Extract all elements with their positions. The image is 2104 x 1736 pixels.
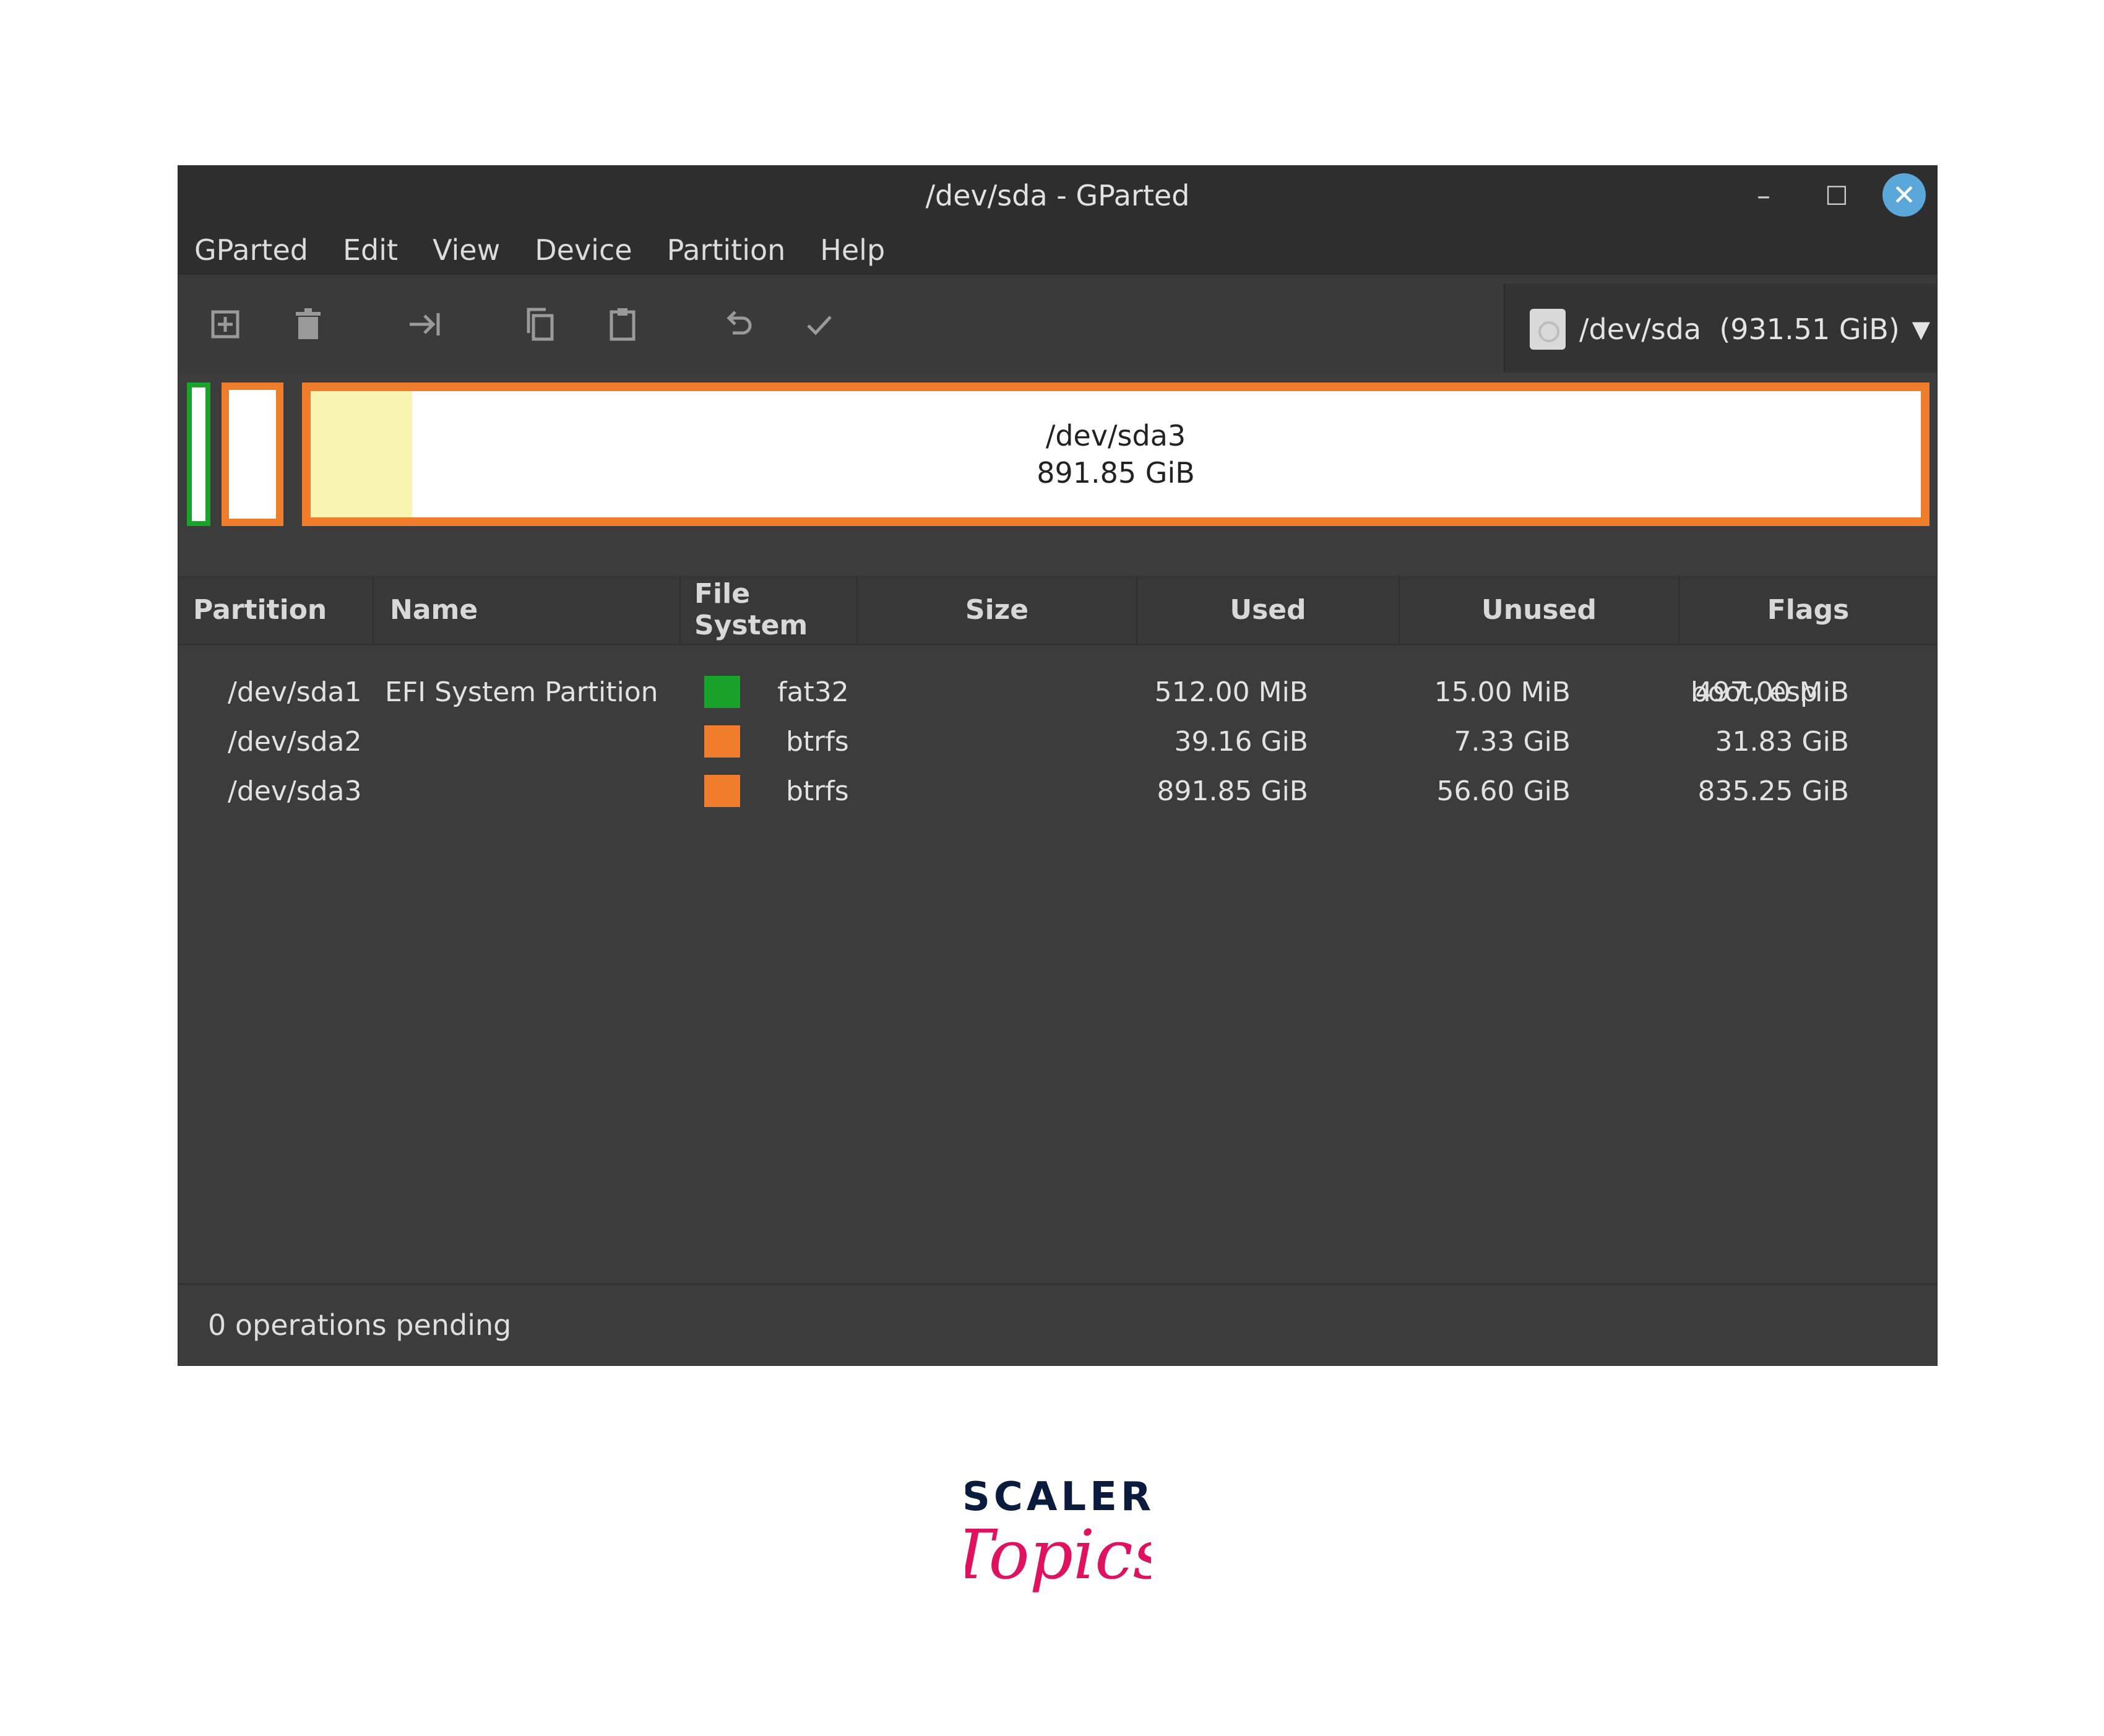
column-header-flags[interactable]: Flags <box>1679 576 1937 644</box>
delete-button[interactable] <box>283 300 333 349</box>
minimize-button[interactable]: – <box>1739 166 1788 225</box>
disk-segment-sda3[interactable]: /dev/sda3 891.85 GiB <box>302 382 1929 526</box>
paste-button[interactable] <box>598 300 647 349</box>
device-selector[interactable]: /dev/sda (931.51 GiB) ▼ <box>1504 283 1937 376</box>
cell-filesystem: btrfs <box>786 725 849 758</box>
menu-edit[interactable]: Edit <box>326 233 415 267</box>
menu-gparted[interactable]: GParted <box>178 233 326 267</box>
cell-flags: boot, esp <box>1691 676 1817 708</box>
resize-move-icon <box>410 313 440 335</box>
disk-segment-sda2[interactable] <box>222 382 283 526</box>
undo-button[interactable] <box>713 300 762 349</box>
menu-device[interactable]: Device <box>517 233 649 267</box>
column-header-partition[interactable]: Partition <box>178 576 374 644</box>
fs-color-swatch <box>704 725 740 758</box>
cell-filesystem: btrfs <box>786 775 849 807</box>
column-header-size[interactable]: Size <box>858 576 1137 644</box>
cell-filesystem: fat32 <box>777 676 849 708</box>
disk-segment-size: 891.85 GiB <box>1037 456 1195 490</box>
cell-partition: /dev/sda3 <box>228 775 362 807</box>
apply-button[interactable] <box>795 300 844 349</box>
menu-view[interactable]: View <box>415 233 517 267</box>
cell-name: EFI System Partition <box>385 676 658 708</box>
cell-partition: /dev/sda1 <box>228 676 362 708</box>
column-header-unused[interactable]: Unused <box>1400 576 1679 644</box>
disk-segment-name: /dev/sda3 <box>1045 419 1186 452</box>
disk-map: /dev/sda3 891.85 GiB <box>178 373 1937 527</box>
table-row[interactable]: /dev/sda3 btrfs 891.85 GiB 56.60 GiB 835… <box>178 766 1937 816</box>
window-title: /dev/sda - GParted <box>925 179 1190 212</box>
column-header-used[interactable]: Used <box>1137 576 1400 644</box>
maximize-button[interactable]: ☐ <box>1812 166 1861 225</box>
delete-icon <box>296 308 321 339</box>
fs-color-swatch <box>704 676 740 708</box>
gparted-window: /dev/sda - GParted – ☐ ✕ GParted Edit Vi… <box>178 166 1937 1365</box>
logo-line1: SCALER <box>965 1474 1151 1520</box>
title-bar[interactable]: /dev/sda - GParted – ☐ ✕ <box>178 166 1937 225</box>
menu-bar: GParted Edit View Device Partition Help <box>178 225 1937 275</box>
disk-segment-label: /dev/sda3 891.85 GiB <box>311 391 1921 517</box>
new-partition-icon <box>211 310 239 339</box>
status-text: 0 operations pending <box>208 1308 512 1342</box>
column-header-filesystem[interactable]: File System <box>681 576 858 644</box>
resize-move-button[interactable] <box>400 300 449 349</box>
table-row[interactable]: /dev/sda2 btrfs 39.16 GiB 7.33 GiB 31.83… <box>178 717 1937 766</box>
new-partition-button[interactable] <box>200 300 250 349</box>
status-bar: 0 operations pending <box>178 1284 1937 1365</box>
fs-color-swatch <box>704 775 740 807</box>
disk-segment-sda1[interactable] <box>187 382 210 526</box>
toolbar: /dev/sda (931.51 GiB) ▼ <box>178 275 1937 376</box>
scaler-topics-logo: SCALER Topics <box>965 1474 1151 1594</box>
table-row[interactable]: /dev/sda1 EFI System Partition fat32 512… <box>178 667 1937 717</box>
apply-icon <box>807 316 832 335</box>
cell-unused: 31.83 GiB <box>1715 725 1849 758</box>
column-header-name[interactable]: Name <box>374 576 681 644</box>
logo-line2: Topics <box>965 1515 1151 1594</box>
hard-disk-icon <box>1530 309 1566 350</box>
device-selector-label: /dev/sda (931.51 GiB) <box>1579 313 1900 346</box>
undo-icon <box>726 311 752 335</box>
copy-button[interactable] <box>515 300 564 349</box>
cell-partition: /dev/sda2 <box>228 725 362 758</box>
table-header: Partition Name File System Size Used Unu… <box>178 576 1937 645</box>
chevron-down-icon: ▼ <box>1912 316 1931 343</box>
close-button[interactable]: ✕ <box>1882 173 1926 217</box>
cell-unused: 835.25 GiB <box>1697 775 1849 807</box>
paste-icon <box>610 308 636 341</box>
menu-partition[interactable]: Partition <box>650 233 803 267</box>
copy-icon <box>527 308 554 341</box>
menu-help[interactable]: Help <box>803 233 902 267</box>
